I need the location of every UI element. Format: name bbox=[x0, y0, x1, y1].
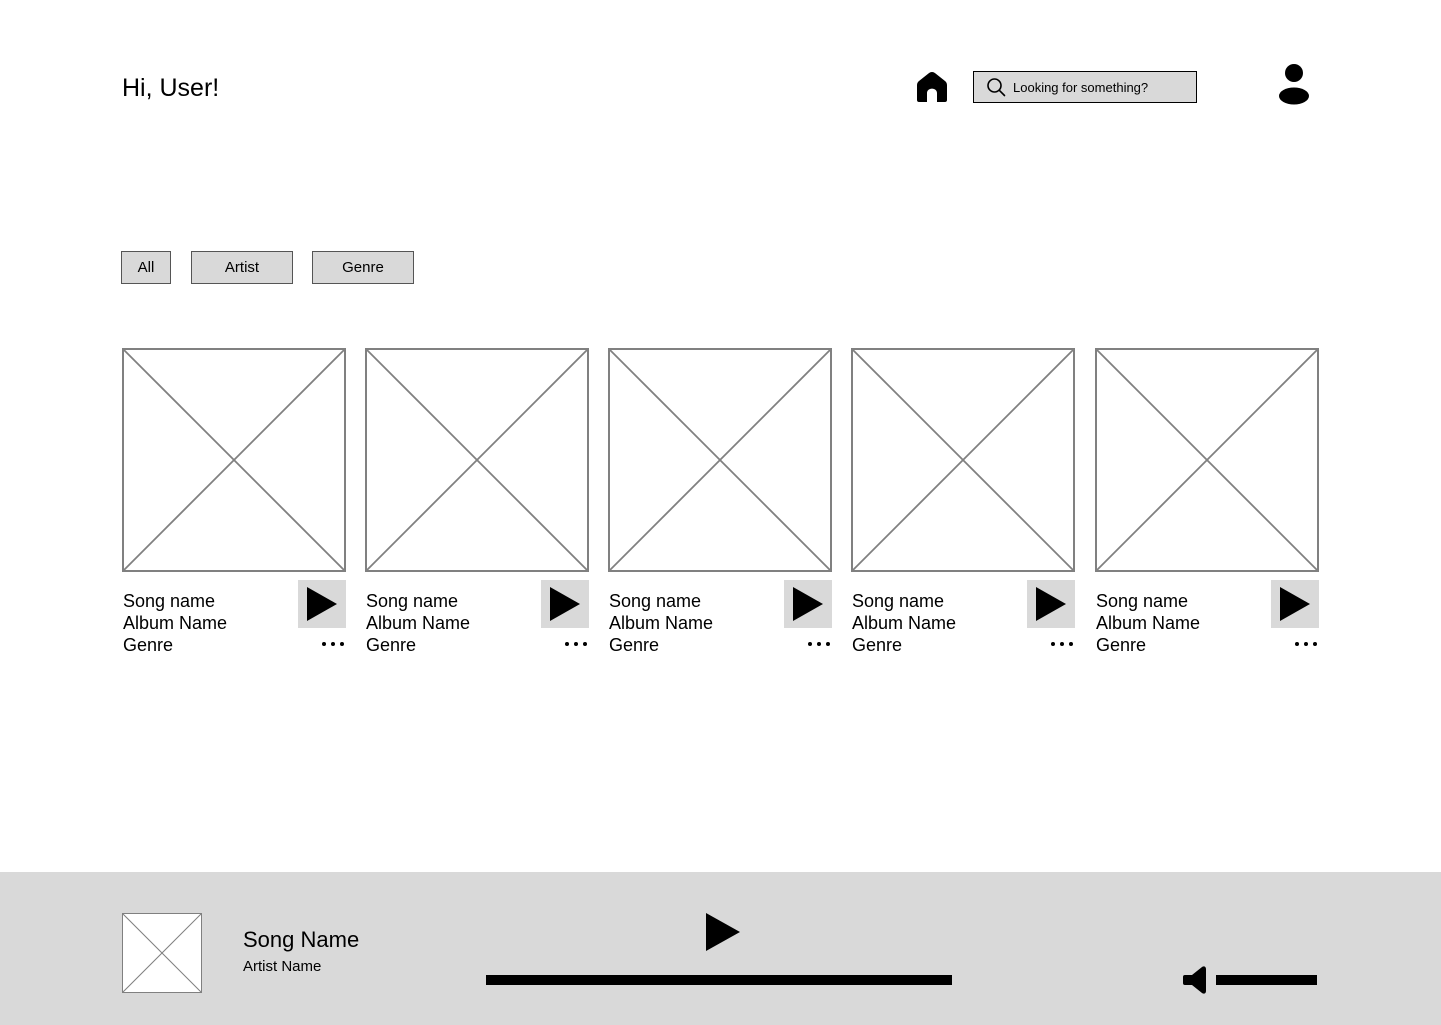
play-icon bbox=[1280, 587, 1310, 621]
more-dots-icon bbox=[808, 642, 812, 646]
player-bar: Song Name Artist Name bbox=[0, 872, 1441, 1025]
genre-label: Genre bbox=[366, 635, 417, 655]
song-name: Song name bbox=[366, 591, 459, 611]
more-options-button[interactable] bbox=[1051, 638, 1073, 650]
volume-slider[interactable] bbox=[1216, 975, 1317, 985]
play-button[interactable] bbox=[1271, 580, 1319, 628]
user-icon[interactable] bbox=[1275, 63, 1313, 105]
song-info: Song name Album Name Genre bbox=[123, 590, 227, 656]
search-icon bbox=[987, 78, 1006, 97]
now-playing-song-name: Song Name bbox=[243, 927, 360, 952]
album-name: Album Name bbox=[123, 613, 228, 633]
genre-label: Genre bbox=[852, 635, 903, 655]
more-dots-icon bbox=[1051, 642, 1055, 646]
song-name: Song name bbox=[852, 591, 945, 611]
more-options-button[interactable] bbox=[808, 638, 830, 650]
image-placeholder-icon bbox=[608, 348, 832, 572]
image-placeholder-icon bbox=[1095, 348, 1319, 572]
song-card[interactable]: Song name Album Name Genre bbox=[122, 348, 346, 658]
genre-label: Genre bbox=[123, 635, 174, 655]
album-name: Album Name bbox=[1096, 613, 1201, 633]
album-name: Album Name bbox=[852, 613, 957, 633]
play-icon bbox=[307, 587, 337, 621]
image-placeholder-icon bbox=[122, 913, 202, 993]
filter-all-button[interactable]: All bbox=[121, 251, 171, 284]
play-button[interactable] bbox=[541, 580, 589, 628]
play-button[interactable] bbox=[1027, 580, 1075, 628]
greeting: Hi, User! bbox=[122, 74, 220, 102]
image-placeholder-icon bbox=[851, 348, 1075, 572]
now-playing-artist-name: Artist Name bbox=[243, 958, 322, 975]
more-options-button[interactable] bbox=[322, 638, 344, 650]
song-card[interactable]: Song name Album Name Genre bbox=[365, 348, 589, 658]
genre-label: Genre bbox=[1096, 635, 1147, 655]
album-name: Album Name bbox=[366, 613, 471, 633]
volume-icon[interactable] bbox=[1182, 965, 1208, 995]
song-info: Song name Album Name Genre bbox=[366, 590, 470, 656]
search-input[interactable] bbox=[1013, 79, 1188, 95]
play-button[interactable] bbox=[298, 580, 346, 628]
volume-fill bbox=[1216, 975, 1317, 985]
song-card[interactable]: Song name Album Name Genre bbox=[851, 348, 1075, 658]
play-icon bbox=[793, 587, 823, 621]
music-app: Hi, User! All Artist Genre Song name Alb… bbox=[0, 0, 1441, 1025]
filter-genre-button[interactable]: Genre bbox=[312, 251, 414, 284]
song-name: Song name bbox=[609, 591, 702, 611]
play-icon bbox=[1036, 587, 1066, 621]
song-info: Song name Album Name Genre bbox=[852, 590, 956, 656]
image-placeholder-icon bbox=[122, 348, 346, 572]
song-card[interactable]: Song name Album Name Genre bbox=[608, 348, 832, 658]
progress-fill bbox=[486, 975, 952, 985]
home-icon[interactable] bbox=[915, 70, 949, 104]
song-name: Song name bbox=[1096, 591, 1189, 611]
more-options-button[interactable] bbox=[565, 638, 587, 650]
more-dots-icon bbox=[565, 642, 569, 646]
play-icon[interactable] bbox=[706, 913, 740, 951]
filter-artist-button[interactable]: Artist bbox=[191, 251, 293, 284]
more-options-button[interactable] bbox=[1295, 638, 1317, 650]
progress-bar[interactable] bbox=[486, 975, 952, 985]
song-name: Song name bbox=[123, 591, 216, 611]
play-icon bbox=[550, 587, 580, 621]
song-card[interactable]: Song name Album Name Genre bbox=[1095, 348, 1319, 658]
genre-label: Genre bbox=[609, 635, 660, 655]
play-button[interactable] bbox=[784, 580, 832, 628]
album-name: Album Name bbox=[609, 613, 714, 633]
more-dots-icon bbox=[1295, 642, 1299, 646]
more-dots-icon bbox=[322, 642, 326, 646]
song-info: Song name Album Name Genre bbox=[609, 590, 713, 656]
image-placeholder-icon bbox=[365, 348, 589, 572]
search-box[interactable] bbox=[973, 71, 1197, 103]
song-info: Song name Album Name Genre bbox=[1096, 590, 1200, 656]
